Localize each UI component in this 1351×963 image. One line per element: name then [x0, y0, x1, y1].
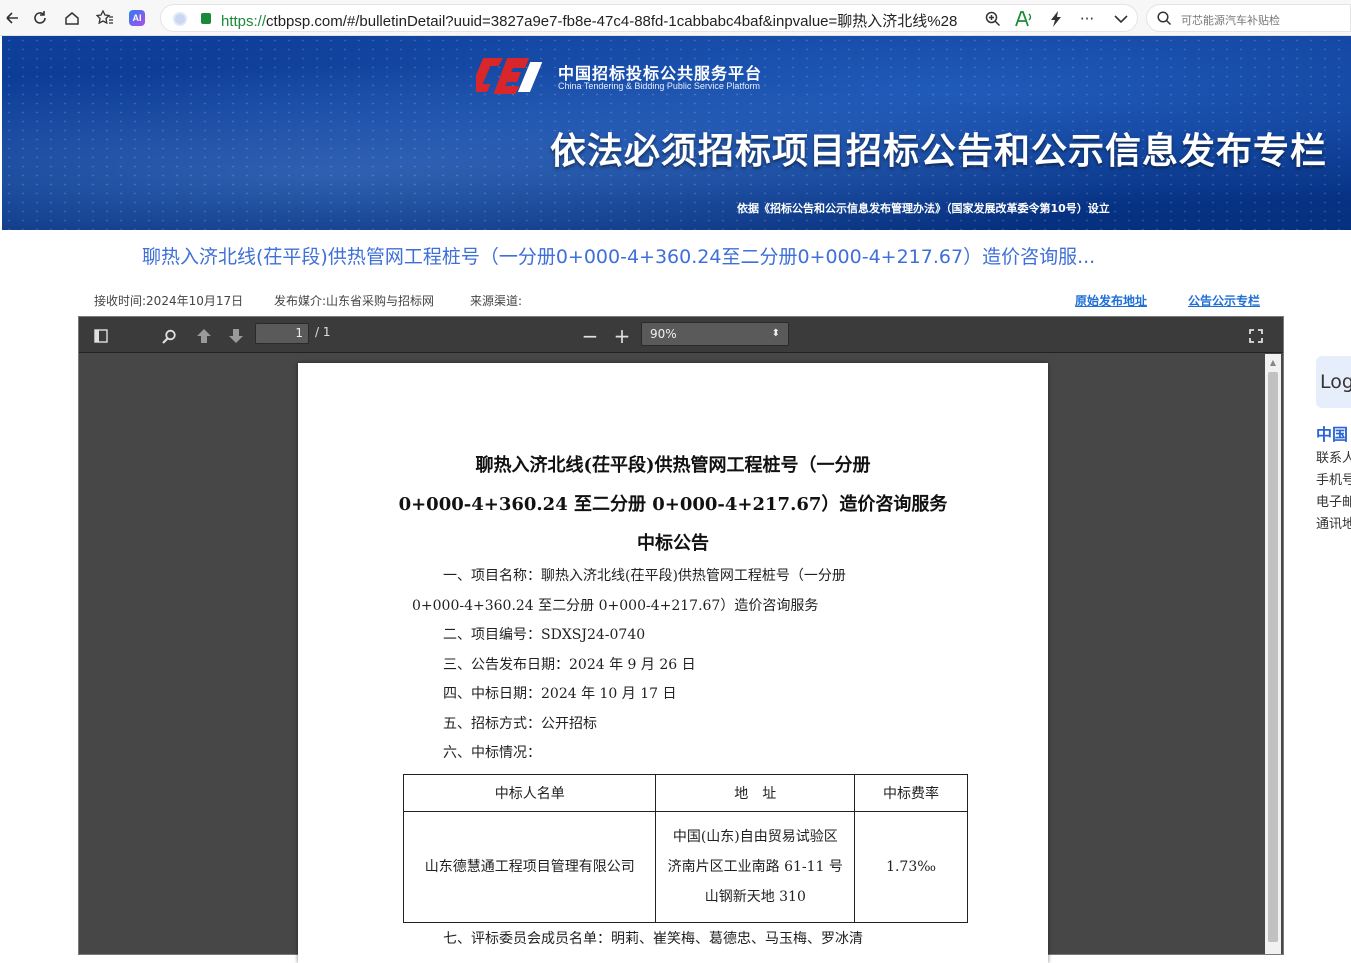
- favorite-icon[interactable]: [93, 6, 117, 30]
- next-page-icon[interactable]: [225, 325, 247, 347]
- address-line: 济南片区工业南路 61-11 号: [667, 859, 843, 875]
- back-icon[interactable]: [0, 6, 24, 30]
- read-aloud-icon[interactable]: [1014, 9, 1034, 29]
- vertical-scrollbar[interactable]: ▲: [1265, 354, 1281, 954]
- find-icon[interactable]: [158, 325, 180, 347]
- tender-method: 五、招标方式：公开招标: [443, 716, 597, 732]
- search-placeholder: 可芯能源汽车补贴检: [1181, 14, 1280, 27]
- pdf-toolbar: 1 / 1 − + 90% ⬍: [79, 317, 1283, 353]
- zoom-value: 90%: [650, 327, 677, 341]
- project-name-continued: 0+000-4+360.24 至二分册 0+000-4+217.67）造价咨询服…: [412, 598, 819, 614]
- site-banner: 中国招标投标公共服务平台 China Tendering & Bidding P…: [2, 36, 1351, 230]
- phone-label: 手机号: [1316, 473, 1351, 488]
- fullscreen-icon[interactable]: [1245, 325, 1267, 347]
- search-box[interactable]: 可芯能源汽车补贴检: [1146, 4, 1351, 32]
- publish-media: 发布媒介:山东省采购与招标网: [274, 294, 435, 308]
- url-text[interactable]: https://ctbpsp.com/#/bulletinDetail?uuid…: [221, 10, 981, 31]
- lock-icon[interactable]: [201, 13, 211, 24]
- zoom-icon[interactable]: [983, 9, 1003, 29]
- page-number-input[interactable]: 1: [255, 323, 309, 344]
- tracking-shield-icon[interactable]: [173, 12, 187, 26]
- zoom-out-button[interactable]: −: [579, 324, 601, 348]
- project-number: 二、项目编号：SDXSJ24-0740: [443, 627, 646, 643]
- winning-rate: 1.73‰: [854, 811, 968, 923]
- address-line: 中国(山东)自由贸易试验区: [672, 829, 838, 845]
- table-header-row: 中标人名单 地 址 中标费率: [402, 774, 968, 812]
- column-header: 地 址: [655, 774, 856, 812]
- page-total: / 1: [315, 325, 331, 339]
- award-table: 中标人名单 地 址 中标费率 山东德慧通工程项目管理有限公司 中国(山东)自由贸…: [402, 774, 968, 923]
- side-org-name: 中国: [1316, 425, 1349, 444]
- winner-name: 山东德慧通工程项目管理有限公司: [402, 811, 657, 923]
- zoom-in-button[interactable]: +: [611, 324, 633, 348]
- chevron-down-icon[interactable]: [1111, 9, 1131, 29]
- column-header: 中标人名单: [402, 774, 657, 812]
- document-title-line-3: 中标公告: [637, 533, 709, 554]
- scroll-up-icon[interactable]: ▲: [1265, 354, 1281, 370]
- bulletin-column-link[interactable]: 公告公示专栏: [1188, 292, 1260, 309]
- source-channel: 来源渠道:: [470, 294, 523, 308]
- address-line: 山钢新天地 310: [704, 889, 806, 905]
- sidebar-toggle-icon[interactable]: [90, 325, 112, 347]
- page-title: 聊热入济北线(茌平段)供热管网工程桩号（一分册0+000-4+360.24至二分…: [142, 246, 1096, 268]
- browser-toolbar: AI https://ctbpsp.com/#/bulletinDetail?u…: [0, 0, 1351, 36]
- project-name: 一、项目名称：聊热入济北线(茌平段)供热管网工程桩号（一分册: [443, 568, 846, 584]
- evaluation-committee: 七、评标委员会成员名单：明莉、崔笑梅、葛德忠、马玉梅、罗冰清: [443, 931, 863, 947]
- previous-page-icon[interactable]: [193, 325, 215, 347]
- award-date: 四、中标日期：2024 年 10 月 17 日: [443, 686, 677, 702]
- search-icon: [1157, 11, 1172, 30]
- address-label: 通讯地: [1316, 517, 1351, 532]
- address-bar[interactable]: https://ctbpsp.com/#/bulletinDetail?uuid…: [160, 4, 1138, 32]
- column-header: 中标费率: [854, 774, 968, 812]
- email-label: 电子邮: [1316, 495, 1351, 510]
- pdf-page: 聊热入济北线(茌平段)供热管网工程桩号（一分册 0+000-4+360.24 至…: [298, 363, 1048, 963]
- publish-date: 三、公告发布日期：2024 年 9 月 26 日: [443, 657, 696, 673]
- scroll-thumb[interactable]: [1268, 372, 1278, 942]
- contact-label: 联系人: [1316, 451, 1351, 466]
- winner-address: 中国(山东)自由贸易试验区 济南片区工业南路 61-11 号 山钢新天地 310: [655, 811, 856, 923]
- reload-icon[interactable]: [28, 6, 52, 30]
- logo-english-name: China Tendering & Bidding Public Service…: [558, 81, 760, 91]
- ai-icon[interactable]: AI: [125, 6, 149, 30]
- received-time: 接收时间:2024年10月17日: [94, 294, 244, 308]
- home-icon[interactable]: [60, 6, 84, 30]
- select-caret-icon: ⬍: [771, 328, 780, 339]
- document-title-line-2: 0+000-4+360.24 至二分册 0+000-4+217.67）造价咨询服…: [398, 494, 948, 515]
- ctbpsp-logo-icon[interactable]: [476, 54, 546, 96]
- document-title-line-1: 聊热入济北线(茌平段)供热管网工程桩号（一分册: [475, 455, 871, 476]
- table-row: 山东德慧通工程项目管理有限公司 中国(山东)自由贸易试验区 济南片区工业南路 6…: [402, 811, 968, 923]
- login-button[interactable]: Log: [1316, 356, 1351, 408]
- award-status: 六、中标情况：: [443, 745, 541, 761]
- original-address-link[interactable]: 原始发布地址: [1075, 292, 1147, 309]
- pdf-viewer: 1 / 1 − + 90% ⬍ 聊热入济北线(茌平段)供热管网工程桩号（一分册 …: [78, 316, 1284, 963]
- banner-subtitle: 依据《招标公告和公示信息发布管理办法》（国家发展改革委令第10号）设立: [737, 202, 1110, 215]
- zoom-select[interactable]: 90% ⬍: [641, 322, 789, 346]
- banner-title: 依法必须招标项目招标公告和公示信息发布专栏: [550, 131, 1328, 172]
- bolt-icon[interactable]: [1046, 9, 1066, 29]
- more-icon[interactable]: ···: [1077, 9, 1097, 29]
